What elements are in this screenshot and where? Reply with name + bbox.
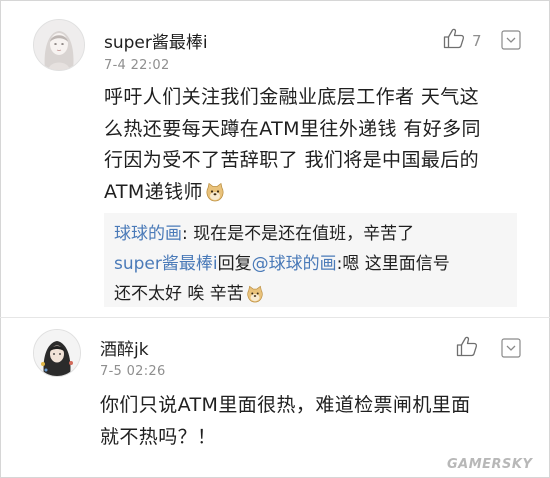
reply-item: super酱最棒i回复@球球的画:嗯 这里面信号 [114, 254, 450, 274]
chevron-down-icon [501, 338, 521, 362]
chevron-down-icon [501, 30, 521, 54]
avatar[interactable] [33, 19, 85, 71]
more-options-button[interactable] [501, 30, 521, 54]
reply-text: 还不太好 唉 辛苦 [114, 284, 244, 304]
thumbs-up-icon [456, 336, 478, 361]
doge-emoji-icon [246, 283, 264, 313]
doge-emoji-icon [205, 181, 225, 213]
comment-text: 你们只说ATM里面很热，难道检票闸机里面 就不热吗？！ [100, 394, 471, 448]
watermark: GAMERSKY [447, 457, 533, 472]
reply-author[interactable]: super酱最棒i [114, 254, 218, 274]
reply-text: 现在是不是还在值班，辛苦了 [193, 224, 415, 244]
reply-text: 嗯 这里面信号 [342, 254, 450, 274]
reply-item: 球球的画: 现在是不是还在值班，辛苦了 [114, 224, 415, 244]
reply-thread: 球球的画: 现在是不是还在值班，辛苦了 super酱最棒i回复@球球的画:嗯 这… [104, 213, 517, 307]
comment-item: 酒醉jk 7-5 02:26 你们只说ATM里面很热，难道检票闸机里面 就不热吗… [0, 318, 550, 478]
reply-item-continued: 还不太好 唉 辛苦 [114, 279, 507, 313]
username[interactable]: super酱最棒i [104, 28, 208, 53]
avatar[interactable] [33, 329, 81, 377]
like-button[interactable] [456, 336, 485, 361]
like-button[interactable]: 7 [443, 28, 482, 53]
more-options-button[interactable] [501, 338, 521, 362]
timestamp: 7-4 22:02 [104, 58, 170, 73]
comment-item: super酱最棒i 7-4 22:02 7 呼吁人们关注我们金融业底层工作者 天… [0, 0, 550, 318]
comment-text: 呼吁人们关注我们金融业底层工作者 天气这 么热还要每天蹲在ATM里往外递钱 有好… [104, 82, 524, 212]
thumbs-up-icon [443, 28, 465, 53]
timestamp: 7-5 02:26 [100, 364, 166, 379]
reply-author[interactable]: 球球的画 [114, 224, 182, 244]
username[interactable]: 酒醉jk [100, 335, 149, 360]
like-count: 7 [472, 31, 482, 50]
reply-mention[interactable]: @球球的画 [252, 254, 337, 274]
